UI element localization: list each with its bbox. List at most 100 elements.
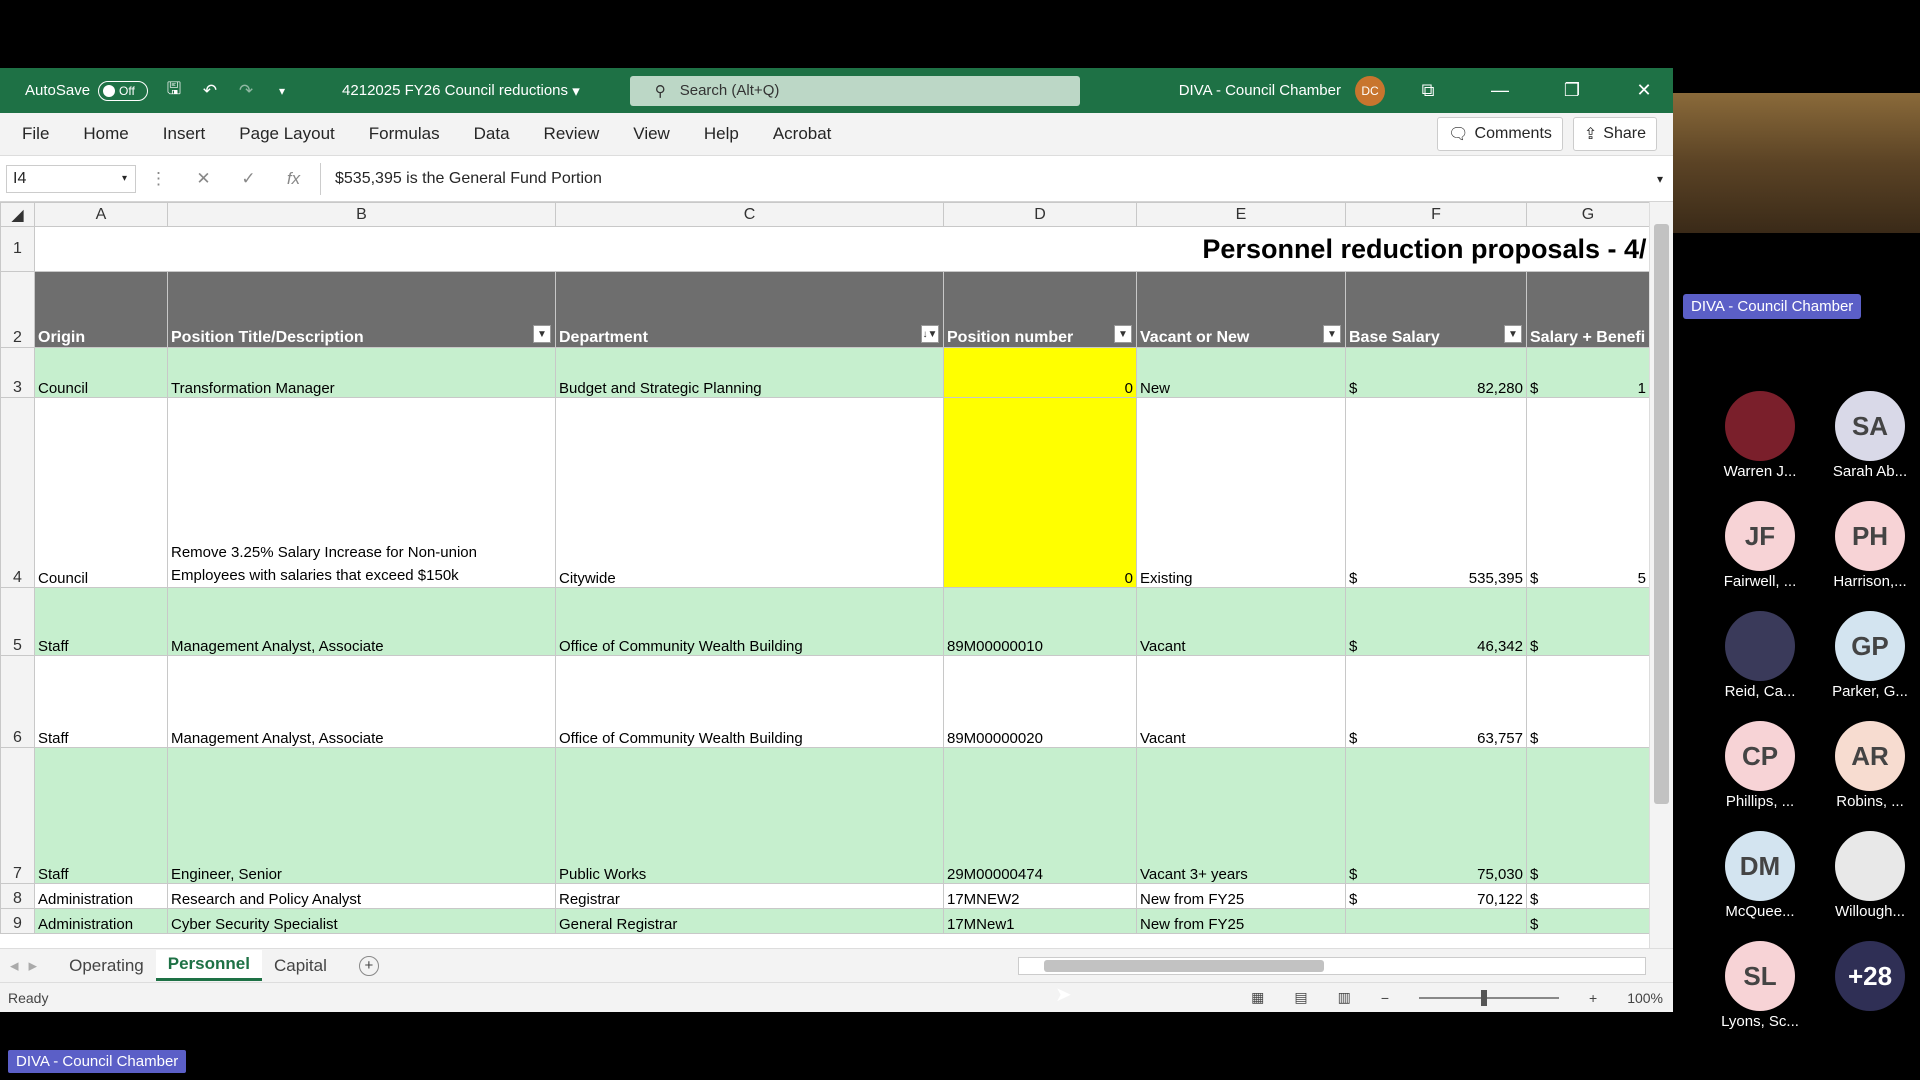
cell-title[interactable]: Management Analyst, Associate <box>167 655 556 748</box>
restore-icon[interactable]: ❐ <box>1543 68 1601 113</box>
cell-origin[interactable]: Administration <box>34 883 168 909</box>
cell-title[interactable]: Remove 3.25% Salary Increase for Non-uni… <box>167 397 556 588</box>
cell-department[interactable]: Budget and Strategic Planning <box>555 347 944 398</box>
cell-department[interactable]: Registrar <box>555 883 944 909</box>
zoom-slider[interactable] <box>1419 989 1559 1006</box>
function-icon[interactable]: fx <box>271 169 316 189</box>
participant-tile[interactable]: PH Harrison,... <box>1820 501 1920 590</box>
cell-status[interactable]: Vacant 3+ years <box>1136 747 1346 884</box>
header-origin[interactable]: Origin <box>34 271 168 348</box>
column-header[interactable]: F <box>1345 202 1527 227</box>
minimize-icon[interactable]: — <box>1471 68 1529 113</box>
formula-input[interactable]: $535,395 is the General Fund Portion <box>320 162 1647 195</box>
cell-position-number[interactable]: 0 <box>943 397 1137 588</box>
cell-origin[interactable]: Staff <box>34 587 168 656</box>
scroll-thumb[interactable] <box>1654 224 1669 804</box>
normal-view-icon[interactable]: ▦ <box>1251 989 1264 1006</box>
participant-tile[interactable]: +28 <box>1820 941 1920 1013</box>
tab-operating[interactable]: Operating <box>57 952 156 980</box>
participant-tile[interactable]: Willough... <box>1820 831 1920 920</box>
zoom-level[interactable]: 100% <box>1627 990 1663 1006</box>
participant-tile[interactable]: Reid, Ca... <box>1710 611 1810 700</box>
vertical-scrollbar[interactable] <box>1649 202 1673 948</box>
undo-icon[interactable]: ↶ <box>200 81 220 101</box>
cell-department[interactable]: Office of Community Wealth Building <box>555 587 944 656</box>
row-header[interactable]: 2 <box>0 271 35 348</box>
cell-status[interactable]: Vacant <box>1136 587 1346 656</box>
spreadsheet-grid[interactable]: ◢ A B C D E F G 1 Personnel reduction pr… <box>0 202 1673 948</box>
filter-dropdown-icon[interactable]: ▼ <box>1114 325 1132 343</box>
participant-tile[interactable]: SL Lyons, Sc... <box>1710 941 1810 1030</box>
cell-base-salary[interactable]: $82,280 <box>1345 347 1527 398</box>
cell-base-salary[interactable]: $75,030 <box>1345 747 1527 884</box>
column-header[interactable]: G <box>1526 202 1650 227</box>
cell-title[interactable]: Management Analyst, Associate <box>167 587 556 656</box>
row-header[interactable]: 5 <box>0 587 35 656</box>
cell-status[interactable]: Existing <box>1136 397 1346 588</box>
column-header[interactable]: B <box>167 202 556 227</box>
zoom-out-icon[interactable]: − <box>1381 990 1389 1006</box>
toggle-switch[interactable]: Off <box>98 80 149 101</box>
header-position-number[interactable]: Position number ▼ <box>943 271 1137 348</box>
row-header[interactable]: 1 <box>0 226 35 272</box>
header-vacant-new[interactable]: Vacant or New ▼ <box>1136 271 1346 348</box>
cell-title[interactable]: Research and Policy Analyst <box>167 883 556 909</box>
row-header[interactable]: 4 <box>0 397 35 588</box>
menu-data[interactable]: Data <box>457 124 527 144</box>
cell-department[interactable]: Office of Community Wealth Building <box>555 655 944 748</box>
menu-file[interactable]: File <box>0 124 66 144</box>
column-header[interactable]: C <box>555 202 944 227</box>
cell-salary-benefits[interactable]: $ <box>1526 908 1650 934</box>
column-header[interactable]: D <box>943 202 1137 227</box>
cell-title[interactable]: Transformation Manager <box>167 347 556 398</box>
menu-acrobat[interactable]: Acrobat <box>756 124 849 144</box>
autosave-toggle[interactable]: AutoSave Off <box>25 80 149 101</box>
tab-scroll-left-icon[interactable]: ◂ <box>0 956 29 976</box>
cell-status[interactable]: New from FY25 <box>1136 908 1346 934</box>
participant-tile[interactable]: JF Fairwell, ... <box>1710 501 1810 590</box>
cell-origin[interactable]: Administration <box>34 908 168 934</box>
participant-tile[interactable]: AR Robins, ... <box>1820 721 1920 810</box>
redo-icon[interactable]: ↷ <box>236 81 256 101</box>
page-layout-view-icon[interactable]: ▤ <box>1294 989 1307 1006</box>
cell-base-salary[interactable] <box>1345 908 1527 934</box>
filter-dropdown-icon[interactable]: ▼ <box>533 325 551 343</box>
participant-tile[interactable]: CP Phillips, ... <box>1710 721 1810 810</box>
menu-review[interactable]: Review <box>527 124 617 144</box>
cell-department[interactable]: Public Works <box>555 747 944 884</box>
cell-salary-benefits[interactable]: $5 <box>1526 397 1650 588</box>
cell-origin[interactable]: Staff <box>34 747 168 884</box>
cell-salary-benefits[interactable]: $ <box>1526 883 1650 909</box>
tab-personnel[interactable]: Personnel <box>155 950 262 981</box>
participant-tile[interactable]: Warren J... <box>1710 391 1810 480</box>
enter-icon[interactable]: ✓ <box>226 169 271 189</box>
cancel-icon[interactable]: ✕ <box>181 169 226 189</box>
row-header[interactable]: 6 <box>0 655 35 748</box>
ribbon-display-icon[interactable]: ⧉ <box>1399 68 1457 113</box>
cell-origin[interactable]: Staff <box>34 655 168 748</box>
cell-salary-benefits[interactable]: $ <box>1526 655 1650 748</box>
account-avatar[interactable]: DC <box>1355 75 1385 106</box>
sort-filter-icon[interactable]: ↓▼ <box>921 325 939 343</box>
cell-title[interactable]: Cyber Security Specialist <box>167 908 556 934</box>
column-header[interactable]: A <box>34 202 168 227</box>
row-header[interactable]: 8 <box>0 883 35 909</box>
document-title[interactable]: 4212025 FY26 Council reductions ▾ <box>342 82 580 100</box>
cell-origin[interactable]: Council <box>34 347 168 398</box>
add-sheet-icon[interactable]: + <box>358 955 379 976</box>
menu-formulas[interactable]: Formulas <box>352 124 457 144</box>
menu-view[interactable]: View <box>616 124 687 144</box>
filter-dropdown-icon[interactable]: ▼ <box>1504 325 1522 343</box>
row-header[interactable]: 7 <box>0 747 35 884</box>
header-base-salary[interactable]: Base Salary ▼ <box>1345 271 1527 348</box>
cell-salary-benefits[interactable]: $ <box>1526 747 1650 884</box>
cell-status[interactable]: New from FY25 <box>1136 883 1346 909</box>
menu-insert[interactable]: Insert <box>146 124 223 144</box>
cell-status[interactable]: Vacant <box>1136 655 1346 748</box>
zoom-in-icon[interactable]: + <box>1589 990 1597 1006</box>
header-position-title[interactable]: Position Title/Description ▼ <box>167 271 556 348</box>
cell-position-number[interactable]: 17MNEW2 <box>943 883 1137 909</box>
save-icon[interactable]: 🖫 <box>164 79 184 101</box>
column-header[interactable]: E <box>1136 202 1346 227</box>
cell-base-salary[interactable]: $70,122 <box>1345 883 1527 909</box>
